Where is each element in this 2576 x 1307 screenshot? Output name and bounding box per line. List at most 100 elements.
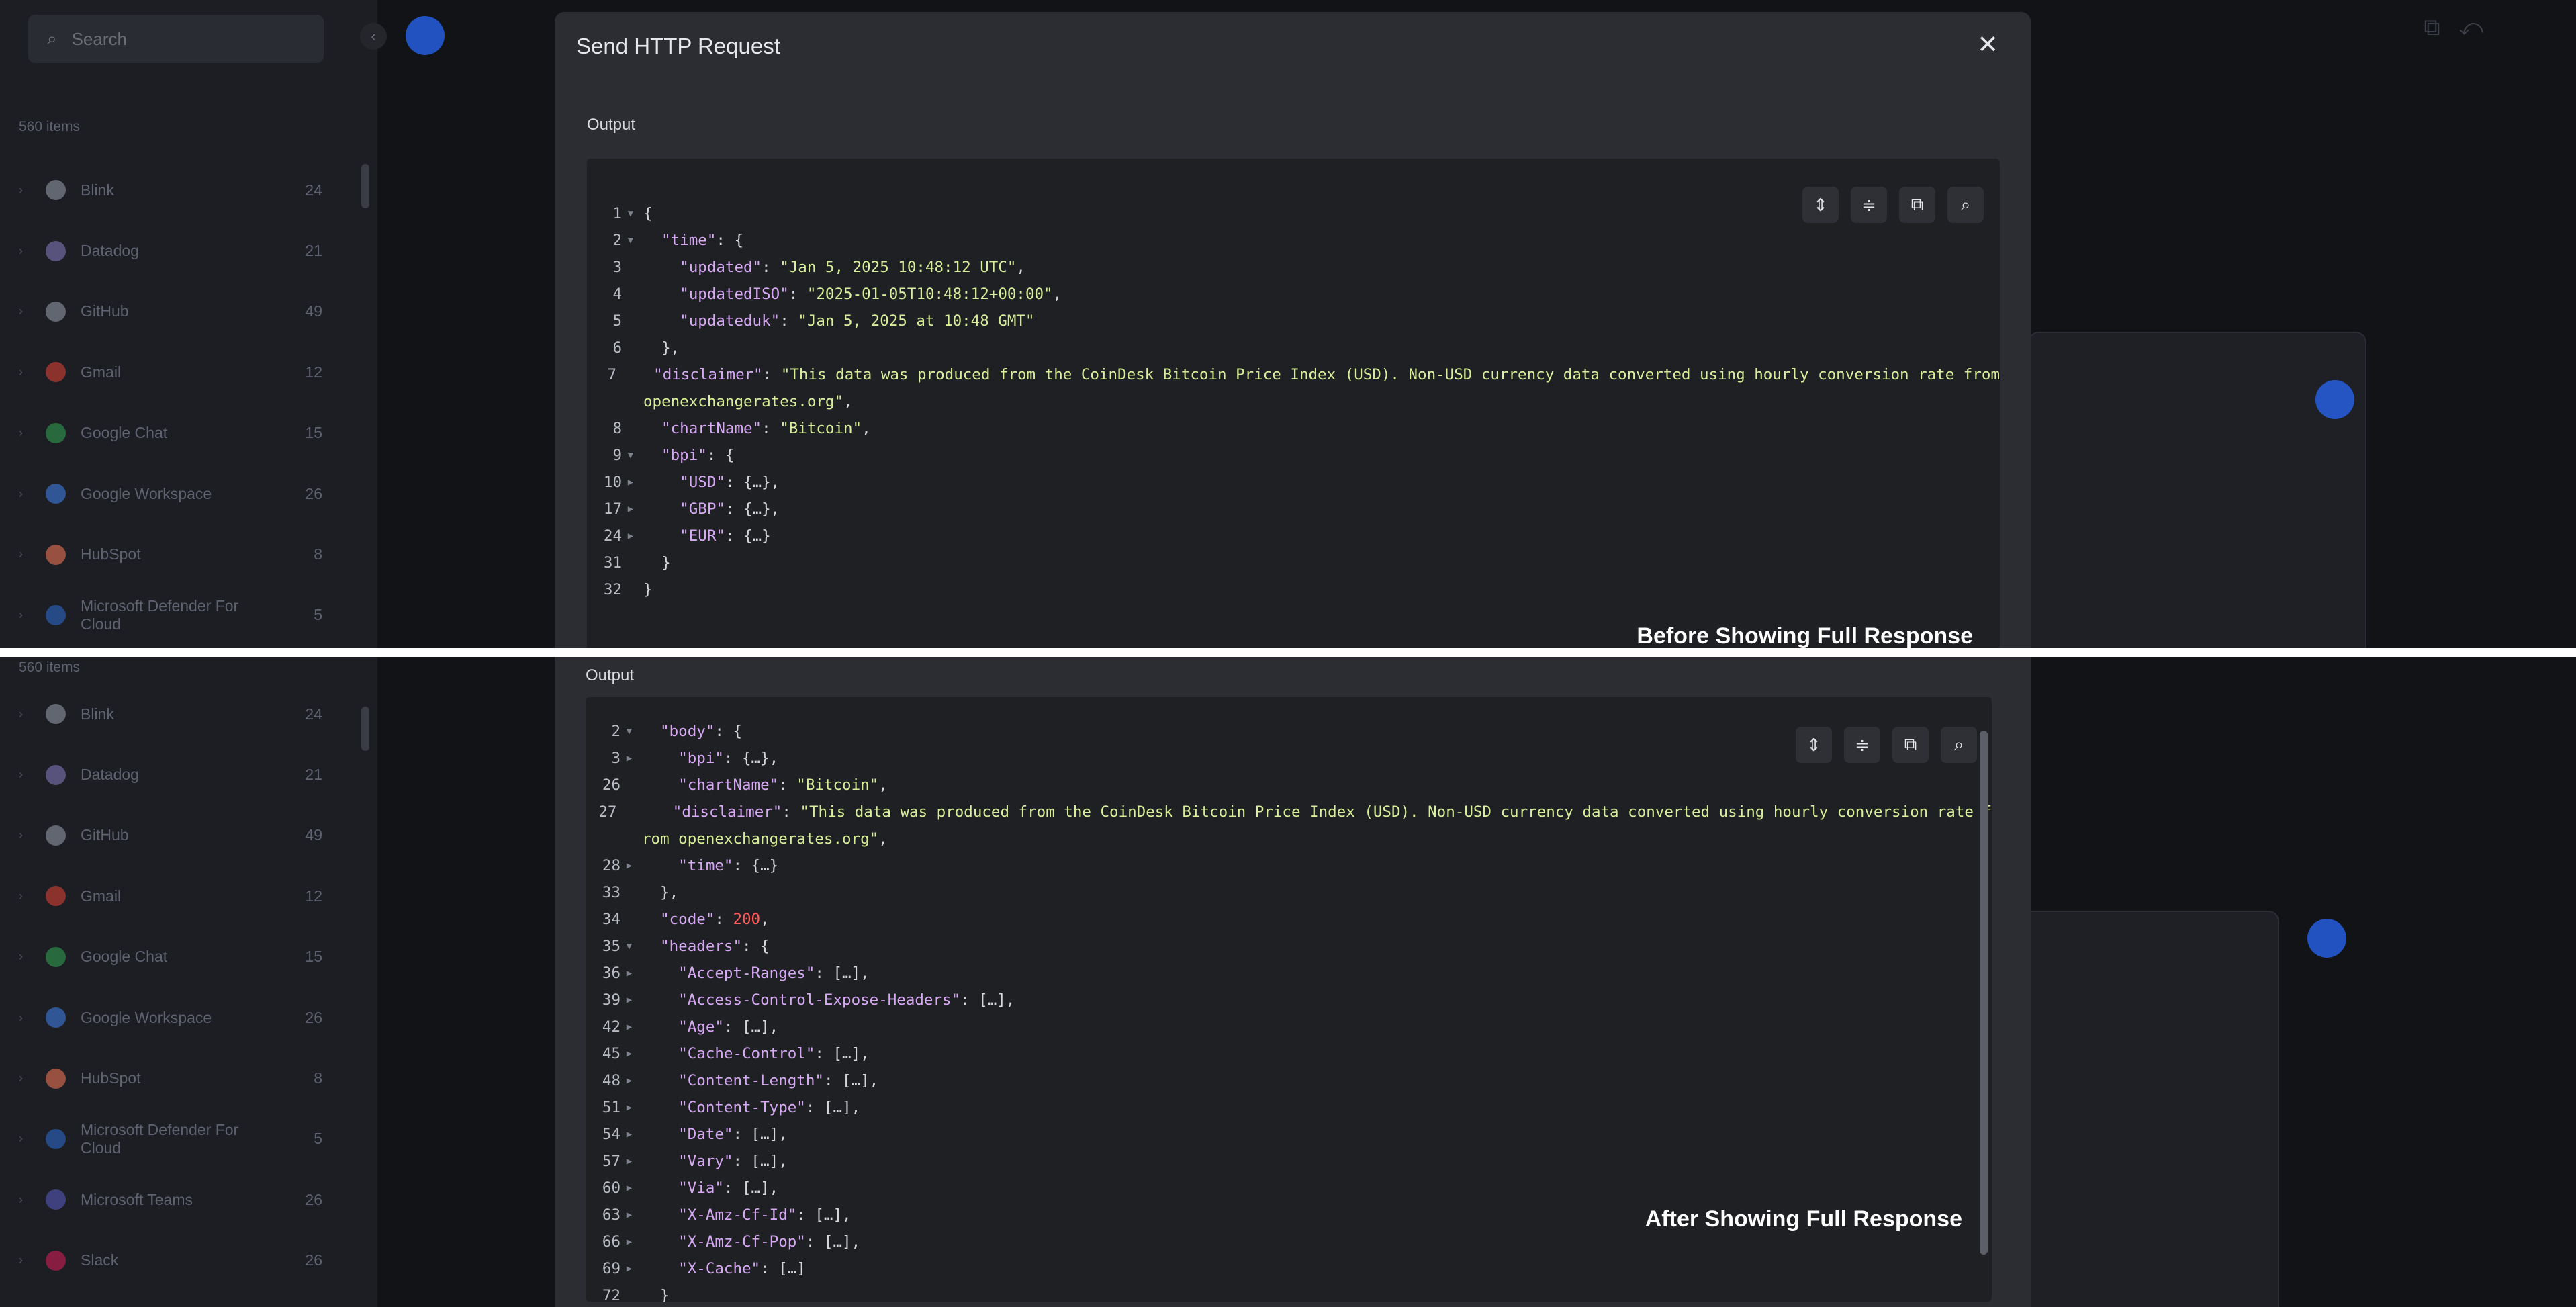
sidebar-item[interactable]: › GitHub 49 xyxy=(0,281,349,342)
chevron-right-icon: › xyxy=(19,304,23,318)
integration-logo-icon xyxy=(46,1250,66,1271)
json-string: openexchangerates.org" xyxy=(643,393,844,410)
json-toolbar: ⇕ ≑ ⧉ ⌕ xyxy=(1802,187,1984,223)
copy-icon[interactable]: ⧉ xyxy=(1892,727,1929,763)
json-key: "time" xyxy=(678,857,733,874)
sidebar-item[interactable]: ›Microsoft Teams26 xyxy=(0,1169,349,1230)
fold-toggle-icon[interactable]: ▶ xyxy=(620,1094,638,1121)
integration-logo-icon xyxy=(46,704,66,725)
json-punct: , xyxy=(862,420,871,437)
fold-gutter xyxy=(616,799,632,825)
json-punct xyxy=(643,232,661,249)
json-key: "X-Amz-Cf-Id" xyxy=(678,1206,797,1224)
sidebar-item-count: 21 xyxy=(305,766,322,784)
fold-toggle-icon[interactable]: ▼ xyxy=(622,227,639,254)
line-number: 4 xyxy=(612,285,622,303)
expand-collapse-icon[interactable]: ⇕ xyxy=(1802,187,1839,223)
fold-toggle-icon[interactable]: ▶ xyxy=(622,523,639,549)
json-scrollbar[interactable] xyxy=(1980,731,1988,1255)
fold-toggle-icon[interactable]: ▶ xyxy=(622,469,639,496)
sidebar-item[interactable]: › HubSpot 8 xyxy=(0,524,349,584)
json-key: "bpi" xyxy=(661,447,707,464)
json-punct: , xyxy=(878,776,888,794)
sidebar-item[interactable]: › GitHub 49 xyxy=(0,805,349,866)
fold-toggle-icon[interactable]: ▶ xyxy=(620,852,638,879)
integration-logo-icon xyxy=(46,946,66,967)
sidebar-item-label: Blink xyxy=(81,181,114,199)
sidebar-item[interactable]: › Google Workspace 26 xyxy=(0,987,349,1048)
fold-toggle-icon[interactable]: ▶ xyxy=(620,1202,638,1228)
sidebar-item-label: HubSpot xyxy=(81,1069,141,1087)
json-punct xyxy=(643,285,680,303)
code-line: 5 "updateduk": "Jan 5, 2025 at 10:48 GMT… xyxy=(587,308,2000,334)
sidebar-item[interactable]: › Google Chat 15 xyxy=(0,403,349,463)
sidebar-item[interactable]: › Google Chat 15 xyxy=(0,927,349,987)
fold-toggle-icon[interactable]: ▶ xyxy=(620,1148,638,1175)
sidebar-scrollbar[interactable] xyxy=(361,164,369,208)
code-line: 66 ▶ "X-Amz-Cf-Pop": […], xyxy=(586,1228,1992,1255)
line-number: 7 xyxy=(607,366,617,384)
fold-toggle-icon[interactable]: ▶ xyxy=(620,1228,638,1255)
sidebar-item-label: GitHub xyxy=(81,302,129,320)
sidebar-item-label: Microsoft Defender For Cloud xyxy=(81,1120,239,1157)
sidebar-item-count: 26 xyxy=(305,1251,322,1269)
fold-toggle-icon[interactable]: ▶ xyxy=(620,1255,638,1282)
sidebar-scrollbar[interactable] xyxy=(361,707,369,751)
fold-toggle-icon[interactable]: ▶ xyxy=(620,987,638,1013)
fold-toggle-icon[interactable]: ▶ xyxy=(620,1067,638,1094)
fold-toggle-icon[interactable]: ▼ xyxy=(620,933,638,960)
line-number: 1 xyxy=(612,205,622,222)
expand-collapse-icon[interactable]: ⇕ xyxy=(1796,727,1832,763)
line-number: 34 xyxy=(602,911,620,928)
sidebar-item[interactable]: › Blink 24 xyxy=(0,684,349,744)
search-icon[interactable]: ⌕ xyxy=(1941,727,1977,763)
sidebar-item-count: 24 xyxy=(305,705,322,723)
sidebar-item[interactable]: › Gmail 12 xyxy=(0,342,349,402)
fold-toggle-icon[interactable]: ▶ xyxy=(620,745,638,772)
sidebar-item[interactable]: › Google Workspace 26 xyxy=(0,463,349,524)
code-line: 32} xyxy=(587,576,2000,603)
code-line: 2 ▼ "time": { xyxy=(587,227,2000,254)
fold-toggle-icon[interactable]: ▶ xyxy=(620,1121,638,1148)
collapse-all-icon[interactable]: ≑ xyxy=(1844,727,1880,763)
json-punct xyxy=(642,750,678,767)
fold-toggle-icon[interactable]: ▶ xyxy=(620,960,638,987)
json-key: "disclaimer" xyxy=(653,366,763,384)
sidebar-item[interactable]: › Datadog 21 xyxy=(0,220,349,281)
code-text: "updated": "Jan 5, 2025 10:48:12 UTC", xyxy=(639,254,1025,281)
sidebar-item[interactable]: › Slack 26 xyxy=(0,1230,349,1291)
close-icon[interactable]: ✕ xyxy=(1977,32,1998,58)
code-line: 28 ▶ "time": {…} xyxy=(586,852,1992,879)
integration-logo-icon xyxy=(46,764,66,785)
fold-toggle-icon[interactable]: ▼ xyxy=(620,718,638,745)
sidebar-item[interactable]: › Microsoft Defender For Cloud 5 xyxy=(0,1109,349,1169)
integration-logo-icon xyxy=(46,422,66,443)
sidebar-item[interactable]: › Datadog 21 xyxy=(0,744,349,805)
sidebar-item[interactable]: › HubSpot 8 xyxy=(0,1048,349,1108)
json-string: "This data was produced from the CoinDes… xyxy=(780,366,2000,384)
copy-icon[interactable]: ⧉ xyxy=(1899,187,1935,223)
sidebar-item[interactable]: ›Microsoft Teams26 xyxy=(0,645,349,648)
integration-list: › Blink 24 › Datadog 21 › GitHub 49 › Gmail 12 › Goog… xyxy=(0,160,349,648)
collapse-all-icon[interactable]: ≑ xyxy=(1851,187,1887,223)
search-input[interactable]: ⌕ Search xyxy=(28,15,324,63)
sidebar-item[interactable]: › Gmail 12 xyxy=(0,866,349,926)
sidebar-item[interactable]: › Microsoft Defender For Cloud 5 xyxy=(0,585,349,645)
sidebar-item[interactable]: › Blink 24 xyxy=(0,160,349,220)
fold-toggle-icon[interactable]: ▼ xyxy=(622,442,639,469)
caption-before: Before Showing Full Response xyxy=(1637,623,1973,648)
search-icon[interactable]: ⌕ xyxy=(1947,187,1984,223)
code-line: 17 ▶ "GBP": {…}, xyxy=(587,496,2000,523)
fold-toggle-icon[interactable]: ▶ xyxy=(620,1040,638,1067)
fold-toggle-icon[interactable]: ▶ xyxy=(620,1013,638,1040)
fold-toggle-icon[interactable]: ▶ xyxy=(620,1175,638,1202)
json-punct: : […], xyxy=(733,1153,788,1170)
chevron-right-icon: › xyxy=(19,365,23,379)
collapse-sidebar-button[interactable]: ‹ xyxy=(360,23,387,50)
fold-toggle-icon[interactable]: ▼ xyxy=(622,200,639,227)
json-string: "Bitcoin" xyxy=(780,420,862,437)
code-text: }, xyxy=(639,334,680,361)
fold-gutter xyxy=(622,388,639,415)
fold-toggle-icon[interactable]: ▶ xyxy=(622,496,639,523)
code-text: }, xyxy=(638,879,678,906)
